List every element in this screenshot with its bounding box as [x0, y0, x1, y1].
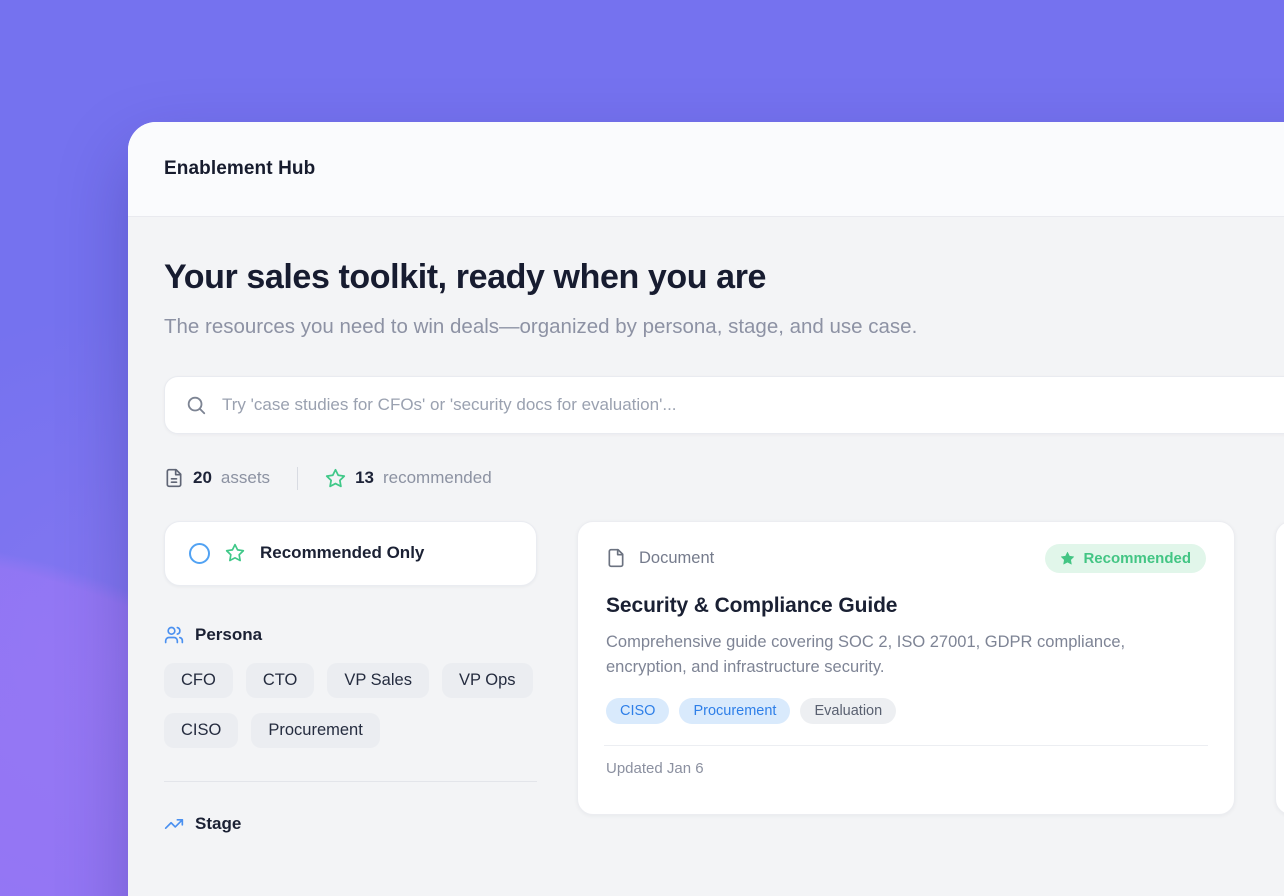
search-bar[interactable] — [164, 376, 1284, 434]
tag-evaluation[interactable]: Evaluation — [800, 698, 896, 724]
stage-filter-title: Stage — [195, 814, 241, 834]
app-body: Your sales toolkit, ready when you are T… — [128, 217, 1284, 896]
recommended-count: 13 — [355, 468, 374, 488]
stats-divider — [297, 467, 298, 490]
users-icon — [164, 625, 184, 645]
tag-ciso[interactable]: CISO — [606, 698, 669, 724]
star-filled-icon — [1060, 551, 1075, 566]
enablement-hub-window: Enablement Hub Your sales toolkit, ready… — [128, 122, 1284, 896]
stats-row: 20 assets 13 recommended — [164, 467, 1284, 490]
asset-card-divider — [604, 745, 1208, 746]
star-icon — [225, 543, 245, 563]
page-background: Enablement Hub Your sales toolkit, ready… — [0, 0, 1284, 896]
assets-stat: 20 assets — [164, 468, 270, 488]
sidebar-divider — [164, 781, 537, 782]
asset-description: Comprehensive guide covering SOC 2, ISO … — [606, 630, 1194, 681]
asset-updated-date: Updated Jan 6 — [606, 760, 1206, 777]
persona-chip-ciso[interactable]: CISO — [164, 713, 238, 748]
content-columns: Recommended Only Persona CFO CTO VP Sale… — [164, 521, 1284, 834]
file-text-icon — [164, 468, 184, 488]
star-icon — [325, 468, 346, 489]
asset-card-partial[interactable] — [1275, 521, 1284, 815]
search-input[interactable] — [222, 395, 1222, 415]
asset-type: Document — [606, 547, 714, 569]
trending-up-icon — [164, 814, 184, 834]
page-title: Your sales toolkit, ready when you are — [164, 258, 1284, 297]
page-subtitle: The resources you need to win deals—orga… — [164, 312, 992, 343]
search-icon — [185, 394, 207, 416]
recommended-label: recommended — [383, 468, 492, 488]
persona-chip-vp-ops[interactable]: VP Ops — [442, 663, 533, 698]
persona-filter-header: Persona — [164, 625, 537, 645]
persona-filter-title: Persona — [195, 625, 262, 645]
recommended-stat: 13 recommended — [325, 468, 492, 489]
assets-label: assets — [221, 468, 270, 488]
persona-chip-cfo[interactable]: CFO — [164, 663, 233, 698]
recommended-badge-label: Recommended — [1083, 550, 1191, 567]
persona-chip-cto[interactable]: CTO — [246, 663, 315, 698]
persona-chip-list: CFO CTO VP Sales VP Ops CISO Procurement — [164, 663, 537, 748]
asset-tag-list: CISO Procurement Evaluation — [606, 698, 1206, 724]
radio-circle-icon[interactable] — [189, 543, 210, 564]
assets-count: 20 — [193, 468, 212, 488]
filter-sidebar: Recommended Only Persona CFO CTO VP Sale… — [164, 521, 537, 834]
recommended-badge: Recommended — [1045, 544, 1206, 573]
asset-type-label: Document — [639, 549, 714, 568]
recommended-only-label: Recommended Only — [260, 543, 424, 563]
app-title: Enablement Hub — [164, 158, 315, 180]
file-icon — [606, 547, 626, 569]
tag-procurement[interactable]: Procurement — [679, 698, 790, 724]
recommended-only-toggle[interactable]: Recommended Only — [164, 521, 537, 586]
stage-filter-header: Stage — [164, 814, 537, 834]
persona-chip-procurement[interactable]: Procurement — [251, 713, 379, 748]
asset-card-security-compliance-guide[interactable]: Document Recommended Security & Complian… — [577, 521, 1235, 815]
persona-chip-vp-sales[interactable]: VP Sales — [327, 663, 429, 698]
asset-title: Security & Compliance Guide — [606, 594, 1206, 618]
app-header: Enablement Hub — [128, 122, 1284, 217]
asset-card-header: Document Recommended — [606, 544, 1206, 573]
